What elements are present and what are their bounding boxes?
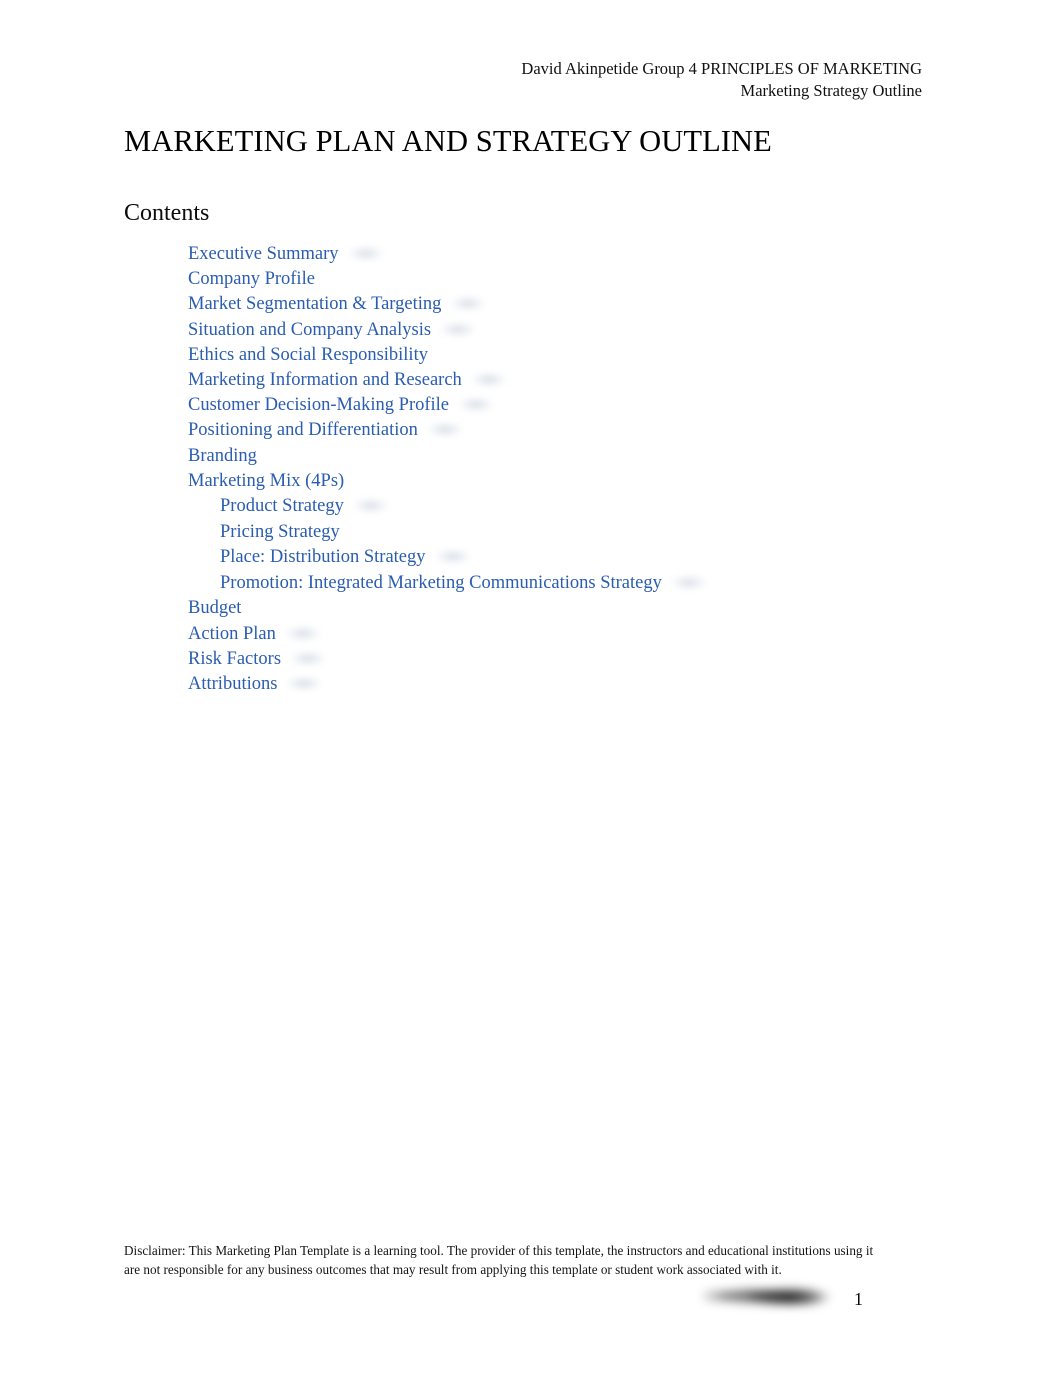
redacted-page-number bbox=[451, 296, 486, 312]
toc-entry-label: Positioning and Differentiation bbox=[188, 420, 418, 441]
toc-entry-label: Product Strategy bbox=[220, 496, 344, 517]
header-line-2: Marketing Strategy Outline bbox=[740, 81, 922, 100]
redacted-page-number bbox=[671, 574, 706, 590]
redacted-page-number bbox=[285, 625, 320, 641]
toc-entry[interactable]: Positioning and Differentiation bbox=[188, 418, 462, 443]
toc-entry-label: Market Segmentation & Targeting bbox=[188, 294, 442, 315]
toc-entry-label: Marketing Mix (4Ps) bbox=[188, 470, 345, 491]
toc-entry-label: Action Plan bbox=[188, 623, 276, 644]
toc-entry[interactable]: Executive Summary bbox=[188, 242, 383, 267]
redacted-page-number bbox=[471, 372, 506, 388]
toc-entry-label: Risk Factors bbox=[188, 648, 282, 669]
redacted-page-number bbox=[348, 246, 383, 261]
toc-entry[interactable]: Place: Distribution Strategy bbox=[220, 545, 470, 571]
toc-entry-label: Executive Summary bbox=[188, 244, 339, 264]
redacted-page-number bbox=[459, 397, 494, 413]
toc-entry[interactable]: Company Profile bbox=[188, 267, 315, 292]
running-header: David Akinpetide Group 4 PRINCIPLES OF M… bbox=[282, 58, 922, 102]
toc-entry-label: Promotion: Integrated Marketing Communic… bbox=[220, 572, 662, 593]
toc-entry-label: Attributions bbox=[188, 674, 278, 695]
toc-entry[interactable]: Branding bbox=[188, 444, 257, 469]
page-footer: 1 bbox=[124, 1280, 876, 1330]
toc-entry[interactable]: Promotion: Integrated Marketing Communic… bbox=[220, 571, 706, 597]
toc-entry[interactable]: Market Segmentation & Targeting bbox=[188, 292, 486, 317]
page-number: 1 bbox=[854, 1289, 863, 1309]
toc-entry[interactable]: Marketing Information and Research bbox=[188, 368, 506, 393]
document-page: David Akinpetide Group 4 PRINCIPLES OF M… bbox=[0, 0, 1062, 1377]
toc-entry[interactable]: Marketing Mix (4Ps) bbox=[188, 469, 344, 494]
redacted-page-number bbox=[291, 650, 326, 666]
toc-entry[interactable]: Pricing Strategy bbox=[220, 520, 340, 546]
toc-entry[interactable]: Ethics and Social Responsibility bbox=[188, 343, 428, 368]
toc-entry-label: Branding bbox=[188, 445, 257, 466]
page-title: MARKETING PLAN AND STRATEGY OUTLINE bbox=[124, 124, 772, 158]
redacted-page-number bbox=[441, 321, 476, 337]
toc-entry[interactable]: Risk Factors bbox=[188, 647, 326, 672]
toc-entry-label: Pricing Strategy bbox=[220, 521, 340, 542]
contents-heading: Contents bbox=[124, 200, 210, 226]
toc-entry-label: Budget bbox=[188, 598, 242, 619]
toc-entry[interactable]: Product Strategy bbox=[220, 494, 388, 520]
redacted-page-number bbox=[427, 422, 462, 438]
redacted-page-number bbox=[435, 549, 470, 565]
toc-entry[interactable]: Customer Decision-Making Profile bbox=[188, 393, 494, 418]
toc-entry[interactable]: Budget bbox=[188, 596, 241, 621]
toc-entry-label: Company Profile bbox=[188, 269, 315, 290]
toc-entry-label: Customer Decision-Making Profile bbox=[188, 395, 450, 416]
toc-entry[interactable]: Situation and Company Analysis bbox=[188, 318, 476, 343]
header-line-1: David Akinpetide Group 4 PRINCIPLES OF M… bbox=[521, 59, 922, 78]
toc-entry-label: Ethics and Social Responsibility bbox=[188, 344, 428, 365]
redaction-block-icon bbox=[702, 1286, 842, 1306]
redacted-page-number bbox=[287, 676, 322, 692]
table-of-contents: Executive Summary Company Profile Market S… bbox=[188, 242, 948, 697]
toc-entry[interactable]: Action Plan bbox=[188, 622, 320, 647]
disclaimer-text: Disclaimer: This Marketing Plan Template… bbox=[124, 1243, 874, 1278]
toc-entry[interactable]: Attributions bbox=[188, 672, 322, 697]
redacted-page-number bbox=[353, 498, 388, 514]
toc-entry-label: Place: Distribution Strategy bbox=[220, 547, 426, 568]
toc-entry-label: Situation and Company Analysis bbox=[188, 319, 432, 340]
toc-entry-label: Marketing Information and Research bbox=[188, 370, 462, 391]
